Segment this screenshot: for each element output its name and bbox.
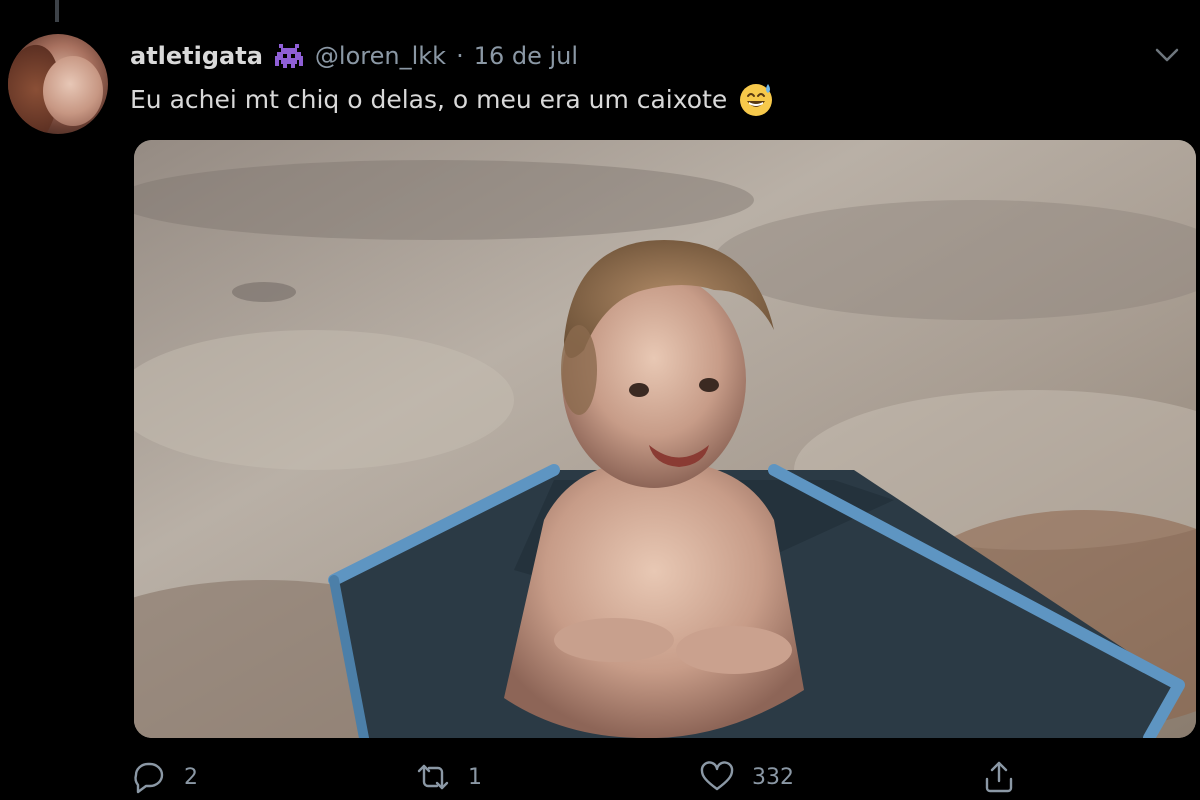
like-button[interactable]: 332	[700, 760, 794, 794]
chevron-down-icon[interactable]	[1154, 45, 1180, 65]
like-count: 332	[752, 764, 794, 790]
grinning-face-with-sweat-emoji	[740, 84, 773, 116]
tweet-photo[interactable]	[134, 140, 1196, 738]
reply-button[interactable]: 2	[132, 760, 198, 794]
tweet-date[interactable]: 16 de jul	[474, 42, 578, 70]
retweet-count: 1	[468, 764, 482, 790]
user-handle[interactable]: @loren_lkk	[315, 42, 446, 70]
separator-dot: ·	[456, 42, 464, 70]
purple-space-invader-icon	[274, 44, 303, 68]
tweet-body: Eu achei mt chiq o delas, o meu era um c…	[130, 80, 775, 118]
avatar-face	[43, 56, 103, 126]
reply-icon	[134, 762, 164, 794]
share-icon	[985, 761, 1013, 793]
reply-count: 2	[184, 764, 198, 790]
tweet-header: atletigata @loren_lkk · 16 de jul	[130, 38, 578, 74]
retweet-icon	[417, 764, 449, 790]
heart-icon	[700, 761, 734, 791]
avatar[interactable]	[8, 34, 108, 134]
thread-connector-line	[55, 0, 59, 22]
share-button[interactable]	[982, 760, 1016, 794]
photo-baby-in-blue-crate	[134, 140, 1196, 738]
display-name[interactable]: atletigata	[130, 42, 263, 70]
retweet-button[interactable]: 1	[416, 760, 482, 794]
tweet-text: Eu achei mt chiq o delas, o meu era um c…	[130, 84, 728, 114]
tweet-actions: 2 1 332	[130, 760, 1030, 800]
